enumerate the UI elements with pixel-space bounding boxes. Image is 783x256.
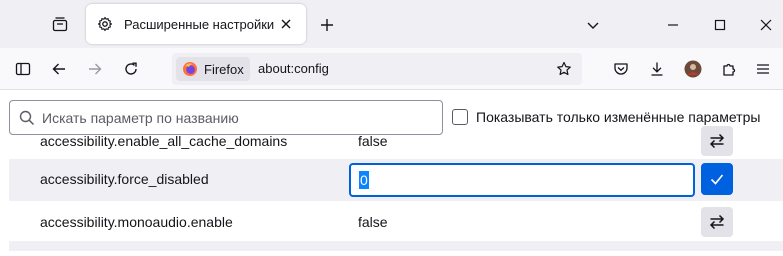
tab-list-button[interactable]	[46, 10, 74, 38]
navigation-toolbar: Firefox about:config	[0, 48, 783, 90]
tab-strip: Расширенные настройки	[0, 0, 783, 48]
pref-name: accessibility.enable_all_cache_domains	[40, 133, 288, 149]
tab-title: Расширенные настройки	[124, 16, 275, 32]
puzzle-icon	[723, 63, 736, 76]
show-modified-only-checkbox[interactable]	[452, 109, 468, 125]
app-menu-button[interactable]	[748, 54, 778, 84]
identity-label: Firefox	[204, 61, 244, 77]
chevron-down-icon	[587, 22, 599, 29]
table-row: accessibility.monoaudio.enable false	[9, 201, 783, 241]
table-row	[9, 241, 783, 251]
swap-arrows-icon	[709, 214, 725, 230]
pref-value: false	[358, 133, 388, 149]
forward-arrow-icon	[89, 63, 102, 75]
sidebar-icon	[15, 62, 31, 76]
address-bar[interactable]: Firefox about:config	[172, 53, 582, 85]
show-modified-only[interactable]: Показывать только изменённые параметры	[452, 109, 760, 125]
new-tab-button[interactable]	[314, 12, 340, 38]
show-modified-only-label: Показывать только изменённые параметры	[476, 109, 761, 125]
sidebar-button[interactable]	[8, 54, 38, 84]
tab-list-icon	[52, 17, 68, 32]
toggle-button[interactable]	[701, 126, 733, 156]
url-text[interactable]: about:config	[258, 61, 329, 76]
pref-name: accessibility.force_disabled	[40, 171, 209, 187]
extensions-button[interactable]	[714, 54, 744, 84]
search-box[interactable]	[9, 100, 443, 135]
table-row: accessibility.enable_all_cache_domains f…	[9, 126, 783, 159]
forward-button[interactable]	[80, 54, 110, 84]
pocket-button[interactable]	[606, 54, 636, 84]
checkmark-icon	[710, 174, 724, 185]
save-button[interactable]	[701, 163, 733, 195]
pref-value: false	[358, 214, 388, 230]
pref-value-edit-field[interactable]: 0	[349, 163, 695, 197]
pref-value-selection: 0	[359, 171, 369, 189]
star-icon	[557, 61, 571, 76]
hamburger-menu-icon	[757, 64, 769, 74]
plus-icon	[321, 19, 333, 31]
avatar	[684, 60, 702, 78]
maximize-button[interactable]	[707, 12, 733, 38]
toggle-button[interactable]	[701, 207, 733, 237]
minimize-button[interactable]	[660, 12, 686, 38]
account-button[interactable]	[678, 54, 708, 84]
search-input[interactable]	[42, 109, 432, 126]
pref-name: accessibility.monoaudio.enable	[40, 214, 233, 230]
downloads-button[interactable]	[642, 54, 672, 84]
reload-button[interactable]	[116, 54, 146, 84]
maximize-icon	[714, 19, 726, 31]
identity-box[interactable]: Firefox	[176, 57, 250, 81]
reload-icon	[125, 62, 137, 75]
bookmark-button[interactable]	[554, 59, 574, 79]
tab-advanced-settings[interactable]: Расширенные настройки	[86, 4, 306, 44]
gear-icon	[96, 15, 114, 33]
back-arrow-icon	[52, 63, 65, 75]
swap-arrows-icon	[709, 133, 725, 149]
table-row: accessibility.force_disabled 0	[9, 159, 783, 201]
about-config-page: Показывать только изменённые параметры a…	[0, 91, 783, 256]
preferences-table: accessibility.enable_all_cache_domains f…	[9, 126, 783, 251]
close-icon	[760, 19, 772, 31]
back-button[interactable]	[44, 54, 74, 84]
firefox-logo-icon	[183, 62, 197, 76]
close-icon[interactable]	[276, 14, 296, 34]
download-icon	[651, 62, 663, 76]
window-close-button[interactable]	[753, 12, 779, 38]
pocket-icon	[614, 63, 628, 75]
search-icon	[18, 109, 36, 127]
list-all-tabs-button[interactable]	[580, 12, 606, 38]
minimize-icon	[668, 24, 678, 26]
